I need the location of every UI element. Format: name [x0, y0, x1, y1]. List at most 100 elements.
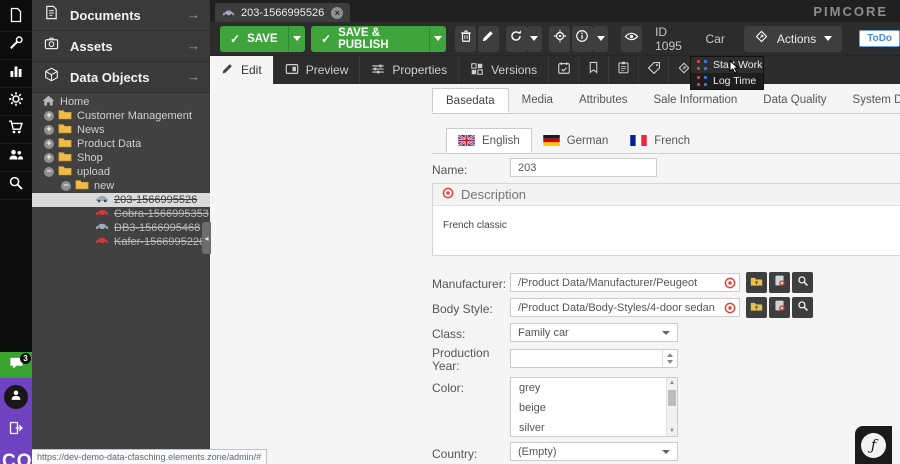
rename-button[interactable] [478, 26, 499, 52]
tree-node-product-data[interactable]: Product Data [32, 137, 210, 151]
tab-tags[interactable] [639, 56, 669, 84]
manufacturer-open-button[interactable] [746, 272, 767, 293]
camera-icon [44, 36, 59, 56]
tab-lang-german[interactable]: German [532, 128, 620, 153]
rail-item-users[interactable] [0, 144, 32, 172]
list-item[interactable]: beige [511, 398, 677, 418]
diamond-icon [677, 61, 691, 80]
name-input[interactable]: 203 [510, 158, 657, 177]
body-style-remove-button[interactable] [769, 297, 790, 318]
rail-bottom-section: CO [0, 378, 32, 464]
tree-node-news[interactable]: News [32, 123, 210, 137]
tab-attributes[interactable]: Attributes [566, 88, 641, 113]
tree-node-upload[interactable]: upload [32, 165, 210, 179]
body-style-search-button[interactable] [792, 297, 813, 318]
open-preview-button[interactable] [621, 26, 642, 52]
scrollbar-thumb[interactable] [668, 390, 676, 406]
list-item[interactable]: silver [511, 418, 677, 437]
cube-icon [44, 67, 59, 87]
tree-node-203[interactable]: 203-1566995526 [32, 193, 210, 207]
save-button[interactable]: SAVE [220, 26, 288, 52]
class-select[interactable]: Family car [510, 323, 678, 342]
open-object-tab[interactable]: 203-1566995526 [215, 3, 350, 22]
tab-properties[interactable]: Properties [360, 56, 459, 84]
tab-lang-french[interactable]: French [619, 128, 701, 153]
chat-button[interactable]: 3 [0, 352, 32, 378]
description-editor[interactable]: French classic [433, 206, 900, 245]
tab-system-data[interactable]: System Data [840, 88, 900, 113]
tree-node-customer-management[interactable]: Customer Management [32, 109, 210, 123]
description-header: Description [433, 184, 900, 206]
preview-icon [285, 62, 299, 79]
listbox-scrollbar[interactable] [666, 378, 677, 436]
sidebar-item-label: Data Objects [70, 70, 187, 85]
user-avatar[interactable] [4, 385, 28, 409]
logout-button[interactable] [8, 420, 24, 441]
tab-basedata[interactable]: Basedata [432, 88, 509, 113]
collapse-icon[interactable] [44, 167, 54, 177]
expand-icon[interactable] [44, 125, 54, 135]
manufacturer-remove-button[interactable] [769, 272, 790, 293]
body-style-open-button[interactable] [746, 297, 767, 318]
tree-node-shop[interactable]: Shop [32, 151, 210, 165]
wrench-icon [8, 35, 24, 56]
collapse-icon[interactable] [61, 181, 71, 191]
actions-button[interactable]: Actions [744, 26, 842, 52]
extension-fab-button[interactable] [855, 426, 892, 464]
tree-node-new[interactable]: new [32, 179, 210, 193]
reload-button[interactable] [506, 26, 527, 52]
sidebar-item-data-objects[interactable]: Data Objects [32, 62, 210, 93]
save-publish-dropdown-button[interactable] [429, 26, 446, 52]
menu-item-start-work[interactable]: Start Work [691, 57, 763, 73]
tree-node-home[interactable]: Home [32, 95, 210, 109]
rail-item-search[interactable] [0, 172, 32, 200]
delete-button[interactable] [455, 26, 476, 52]
info-button[interactable] [572, 26, 593, 52]
expand-icon[interactable] [44, 153, 54, 163]
tab-lang-english[interactable]: English [446, 128, 532, 153]
rail-item-tools[interactable] [0, 32, 32, 60]
tab-preview[interactable]: Preview [274, 56, 361, 84]
body-style-input[interactable]: /Product Data/Body-Styles/4-door sedan [510, 298, 740, 317]
tab-versions[interactable]: Versions [459, 56, 549, 84]
tab-reports[interactable] [609, 56, 639, 84]
save-dropdown-button[interactable] [288, 26, 305, 52]
rail-item-reports[interactable] [0, 60, 32, 88]
reload-dropdown-button[interactable] [527, 26, 543, 52]
sidebar-collapse-handle[interactable] [202, 222, 211, 254]
tree-node-cobra[interactable]: Cobra-1566995353 [32, 207, 210, 221]
manufacturer-search-button[interactable] [792, 272, 813, 293]
production-year-spinner[interactable] [510, 349, 678, 368]
locate-in-tree-button[interactable] [549, 26, 570, 52]
info-dropdown-button[interactable] [593, 26, 609, 52]
tab-media[interactable]: Media [509, 88, 566, 113]
expand-icon[interactable] [44, 139, 54, 149]
expand-icon[interactable] [44, 111, 54, 121]
tab-data-quality[interactable]: Data Quality [750, 88, 839, 113]
sidebar-item-documents[interactable]: Documents [32, 0, 210, 31]
folder-icon [58, 109, 72, 123]
rail-item-notes[interactable] [0, 4, 32, 32]
save-publish-button[interactable]: SAVE & PUBLISH [311, 26, 429, 52]
tab-edit[interactable]: Edit [210, 56, 274, 84]
search-icon [797, 274, 809, 292]
tree-node-db3[interactable]: DB3-1566995468 [32, 221, 210, 235]
tab-sale-information[interactable]: Sale Information [641, 88, 751, 113]
sidebar-item-assets[interactable]: Assets [32, 31, 210, 62]
sidebar-item-label: Assets [70, 39, 187, 54]
rail-item-settings[interactable] [0, 88, 32, 116]
tab-schedule[interactable] [549, 56, 579, 84]
list-item[interactable]: grey [511, 378, 677, 398]
tree-node-kafer[interactable]: Kafer-1566995226 [32, 235, 210, 249]
arrow-right-icon [187, 37, 200, 55]
color-listbox[interactable]: grey beige silver [510, 377, 678, 437]
menu-item-log-time[interactable]: Log Time [691, 73, 763, 89]
country-select[interactable]: (Empty) [510, 442, 678, 461]
edit-panel: Basedata Media Attributes Sale Informati… [420, 84, 900, 464]
rail-item-ecommerce[interactable] [0, 116, 32, 144]
manufacturer-input[interactable]: /Product Data/Manufacturer/Peugeot [510, 273, 740, 292]
close-icon[interactable] [331, 7, 343, 19]
status-badge-todo: ToDo [859, 30, 900, 47]
spinner-buttons[interactable] [662, 350, 677, 367]
tab-notes[interactable] [579, 56, 609, 84]
